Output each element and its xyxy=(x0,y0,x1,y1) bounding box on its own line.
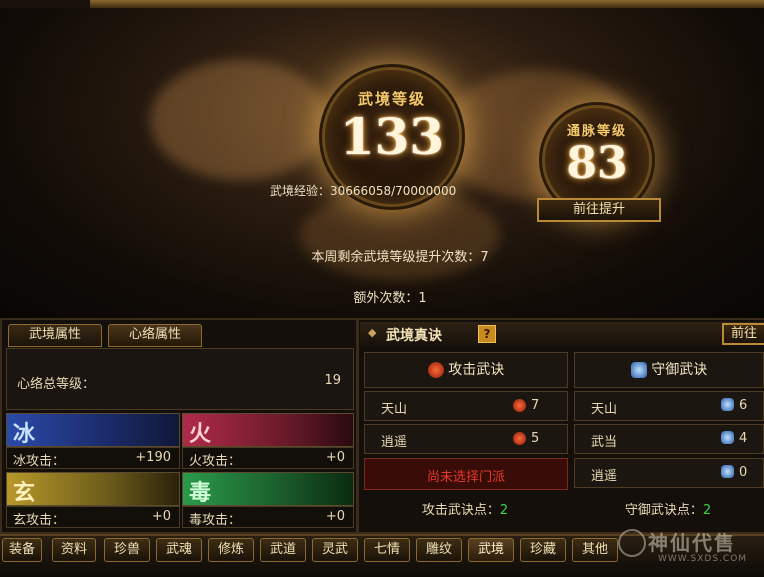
fire-attack-row: 火攻击： +0 xyxy=(182,447,354,469)
smoke-left xyxy=(150,60,330,180)
attack-row-name: 逍遥 xyxy=(381,435,408,450)
weekly-remaining: 本周剩余武境等级提升次数：7 xyxy=(250,246,550,265)
goto-partial-button[interactable]: 前往 xyxy=(722,323,764,345)
weekly-value: 7 xyxy=(480,250,489,265)
attack-secret-title: 攻击武诀 xyxy=(448,362,505,378)
meridian-level-orb: 通脉等级 83 xyxy=(545,108,649,212)
realm-exp: 武境经验：30666058/70000000 xyxy=(270,182,520,199)
tab-martial-way[interactable]: 武道 xyxy=(260,538,306,562)
fire-element-banner: 火 xyxy=(182,413,354,447)
defense-emblem-icon xyxy=(721,431,734,444)
ice-glyph: 冰 xyxy=(13,421,36,447)
meridian-total-value: 19 xyxy=(324,373,341,388)
realm-banner: 武境等级 133 通脉等级 83 武境经验：30666058/70000000 … xyxy=(0,0,764,318)
poison-attack-label: 毒攻击： xyxy=(189,513,242,528)
realm-secret-header: ◆ 武境真诀 ? 前往 xyxy=(360,322,764,346)
attack-points-value: 2 xyxy=(499,503,509,518)
watermark: 神仙代售 WWW.SXDS.COM xyxy=(618,527,762,571)
meridian-total-box: 心络总等级： 19 xyxy=(6,348,354,410)
tab-realm[interactable]: 武境 xyxy=(468,538,514,562)
poison-element-banner: 毒 xyxy=(182,472,354,506)
fire-glyph: 火 xyxy=(189,421,212,447)
defense-points-value: 2 xyxy=(702,503,712,518)
fire-attack-value: +0 xyxy=(325,450,345,465)
defense-row-value: 6 xyxy=(739,398,748,413)
defense-row-name: 逍遥 xyxy=(591,469,618,484)
attack-sect-notice: 尚未选择门派 xyxy=(364,458,568,490)
attack-row-xiaoyao[interactable]: 逍遥 5 xyxy=(364,424,568,454)
attack-points-label: 攻击武诀点： xyxy=(421,503,500,518)
fire-attack-label: 火攻击： xyxy=(189,454,242,469)
meridian-level-title: 通脉等级 xyxy=(566,124,627,139)
poison-attack-row: 毒攻击： +0 xyxy=(182,506,354,528)
tab-martial-soul[interactable]: 武魂 xyxy=(156,538,202,562)
mystic-element-banner: 玄 xyxy=(6,472,180,506)
watermark-text: 神仙代售 xyxy=(648,531,736,555)
mystic-glyph: 玄 xyxy=(13,480,36,506)
defense-secret-title: 守御武诀 xyxy=(651,362,708,378)
defense-emblem-icon xyxy=(630,362,647,378)
defense-emblem-icon xyxy=(721,398,734,411)
attack-secret-header: 攻击武诀 xyxy=(364,352,568,388)
defense-secret-header: 守御武诀 xyxy=(574,352,764,388)
extra-count: 额外次数：1 xyxy=(300,287,480,306)
tab-meridian-attributes[interactable]: 心络属性 xyxy=(108,324,202,347)
meridian-total-label: 心络总等级： xyxy=(17,377,96,392)
meridian-level-value: 83 xyxy=(566,138,628,189)
ice-attack-value: +190 xyxy=(135,450,171,465)
mystic-attack-row: 玄攻击： +0 xyxy=(6,506,180,528)
attack-emblem-icon xyxy=(427,362,444,378)
realm-level-title: 武境等级 xyxy=(357,90,426,108)
defense-points-label: 守御武诀点： xyxy=(624,503,703,518)
attack-row-value: 7 xyxy=(531,398,540,413)
defense-row-value: 0 xyxy=(739,465,748,480)
tab-engraving[interactable]: 雕纹 xyxy=(416,538,462,562)
defense-row-name: 武当 xyxy=(591,435,618,450)
ice-attack-row: 冰攻击： +190 xyxy=(6,447,180,469)
tab-pets[interactable]: 珍兽 xyxy=(104,538,150,562)
goto-upgrade-button[interactable]: 前往提升 xyxy=(537,198,661,222)
tab-cultivation[interactable]: 修炼 xyxy=(208,538,254,562)
realm-secret-title: 武境真诀 xyxy=(386,328,442,344)
defense-row-value: 4 xyxy=(739,431,748,446)
extra-value: 1 xyxy=(418,291,427,306)
weekly-label: 本周剩余武境等级提升次数： xyxy=(311,250,481,265)
poison-attack-value: +0 xyxy=(325,509,345,524)
defense-row-wudang[interactable]: 武当 4 xyxy=(574,424,764,454)
defense-row-name: 天山 xyxy=(591,402,618,417)
realm-level-value: 133 xyxy=(339,107,445,166)
realm-exp-value: 30666058/70000000 xyxy=(330,184,457,198)
tab-equipment[interactable]: 装备 xyxy=(2,538,42,562)
poison-glyph: 毒 xyxy=(189,480,212,506)
attack-row-tianshan[interactable]: 天山 7 xyxy=(364,391,568,421)
attack-emblem-icon xyxy=(513,432,526,445)
tab-realm-attributes[interactable]: 武境属性 xyxy=(8,324,102,347)
attack-points: 攻击武诀点：2 xyxy=(364,499,566,518)
attack-row-value: 5 xyxy=(531,431,540,446)
realm-exp-label: 武境经验： xyxy=(270,184,331,198)
tab-other[interactable]: 其他 xyxy=(572,538,618,562)
defense-points: 守御武诀点：2 xyxy=(574,499,762,518)
top-rim-left xyxy=(0,0,90,8)
no-sect-selected-text: 尚未选择门派 xyxy=(426,470,505,485)
attack-row-name: 天山 xyxy=(381,402,408,417)
tab-collection[interactable]: 珍藏 xyxy=(520,538,566,562)
watermark-logo-icon xyxy=(618,529,646,557)
defense-row-tianshan[interactable]: 天山 6 xyxy=(574,391,764,421)
tab-spirit-weapon[interactable]: 灵武 xyxy=(312,538,358,562)
mystic-attack-value: +0 xyxy=(151,509,171,524)
attack-emblem-icon xyxy=(513,399,526,412)
defense-emblem-icon xyxy=(721,465,734,478)
ice-element-banner: 冰 xyxy=(6,413,180,447)
ice-attack-label: 冰攻击： xyxy=(13,454,66,469)
watermark-url: WWW.SXDS.COM xyxy=(658,554,748,564)
tab-profile[interactable]: 资料 xyxy=(52,538,96,562)
tab-seven-emotions[interactable]: 七情 xyxy=(364,538,410,562)
extra-label: 额外次数： xyxy=(353,291,419,306)
defense-row-xiaoyao[interactable]: 逍遥 0 xyxy=(574,458,764,488)
help-icon[interactable]: ? xyxy=(478,325,496,343)
top-rim xyxy=(90,0,764,8)
mystic-attack-label: 玄攻击： xyxy=(13,513,66,528)
diamond-icon: ◆ xyxy=(368,326,377,339)
